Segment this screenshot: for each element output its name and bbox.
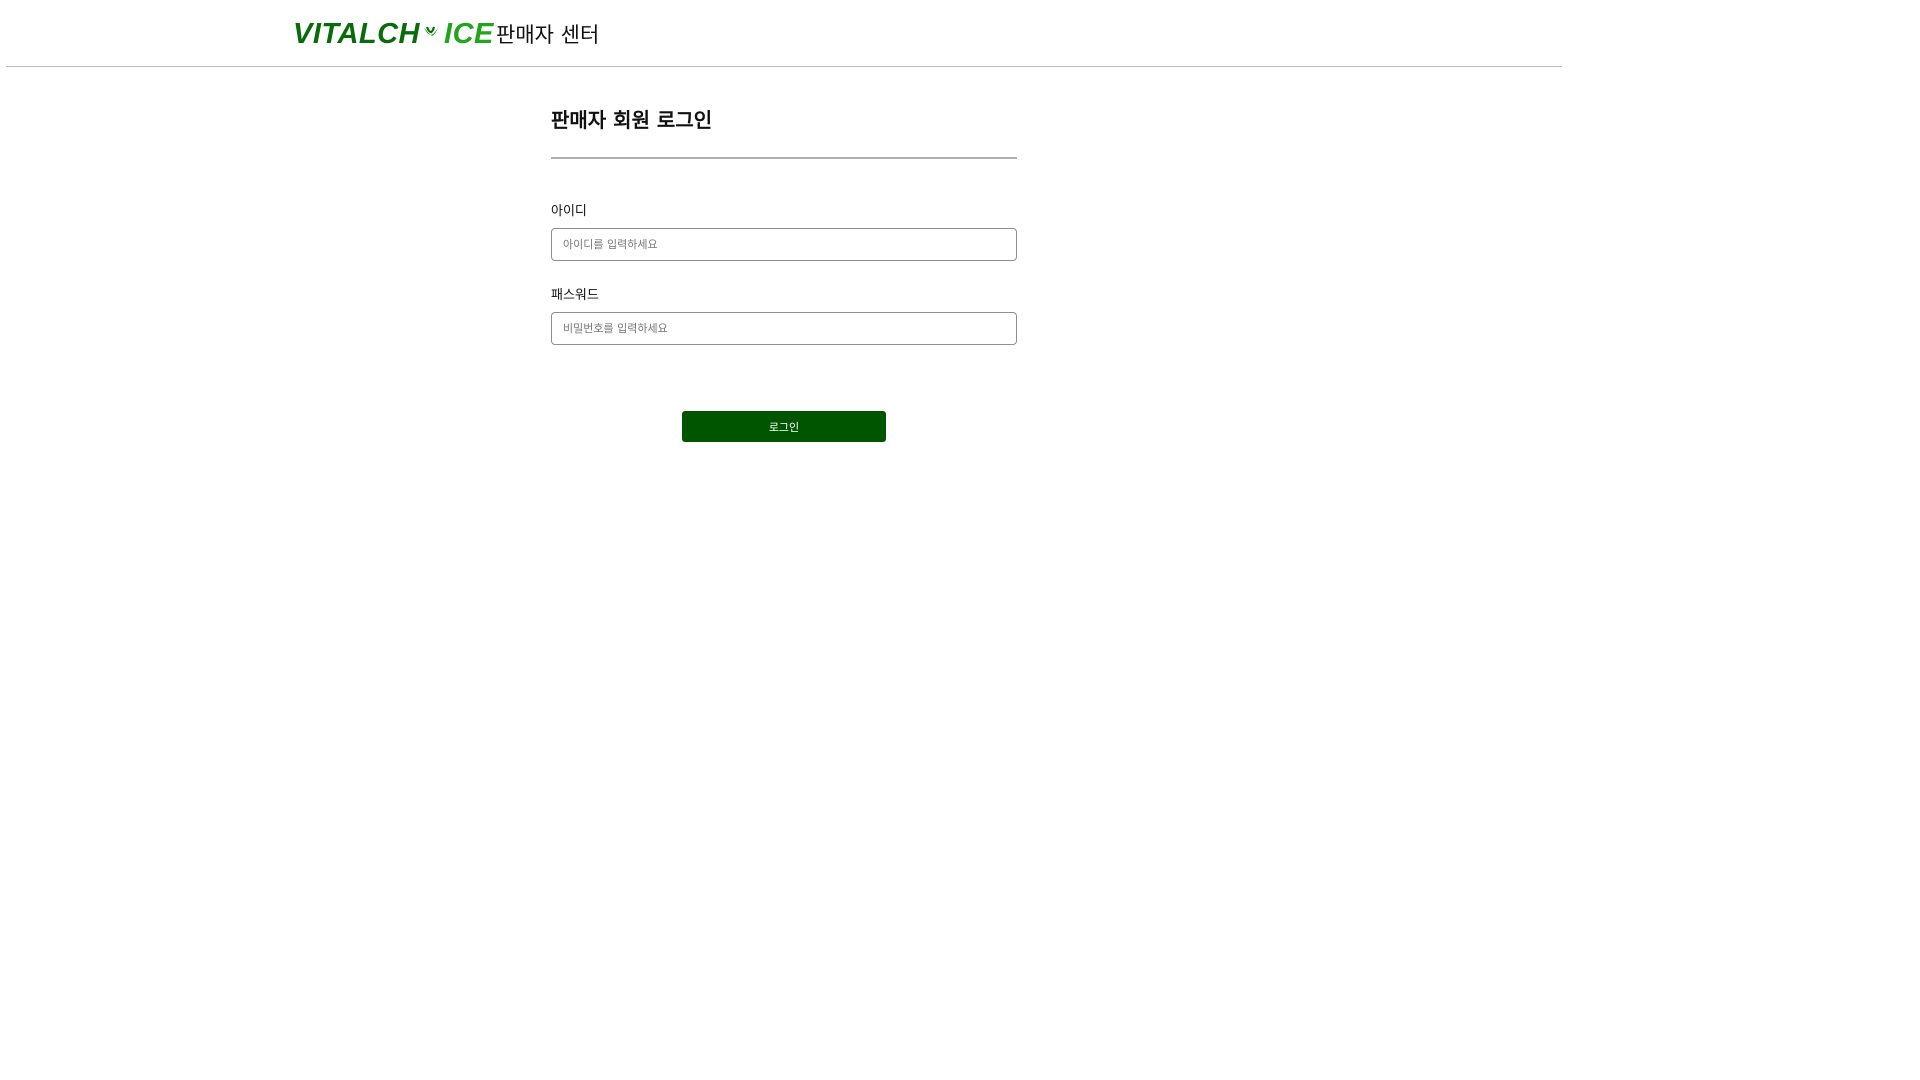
id-input[interactable] xyxy=(551,228,1017,261)
login-button[interactable]: 로그인 xyxy=(682,411,886,442)
password-input[interactable] xyxy=(551,312,1017,345)
login-form: 판매자 회원 로그인 아이디 패스워드 xyxy=(551,100,1017,345)
seller-center-title: 판매자 센터 xyxy=(496,23,600,47)
site-header: VITALCH ICE 판매자 센터 xyxy=(6,0,1562,67)
password-label: 패스워드 xyxy=(551,288,599,303)
logo-text-left: VITALCH xyxy=(293,18,421,50)
id-label: 아이디 xyxy=(551,204,587,219)
page-title: 판매자 회원 로그인 xyxy=(551,100,1017,159)
logo-leaf-o-icon xyxy=(421,23,443,45)
logo-text-right: ICE xyxy=(444,18,494,50)
vitalchoice-logo[interactable]: VITALCH ICE xyxy=(293,17,494,51)
